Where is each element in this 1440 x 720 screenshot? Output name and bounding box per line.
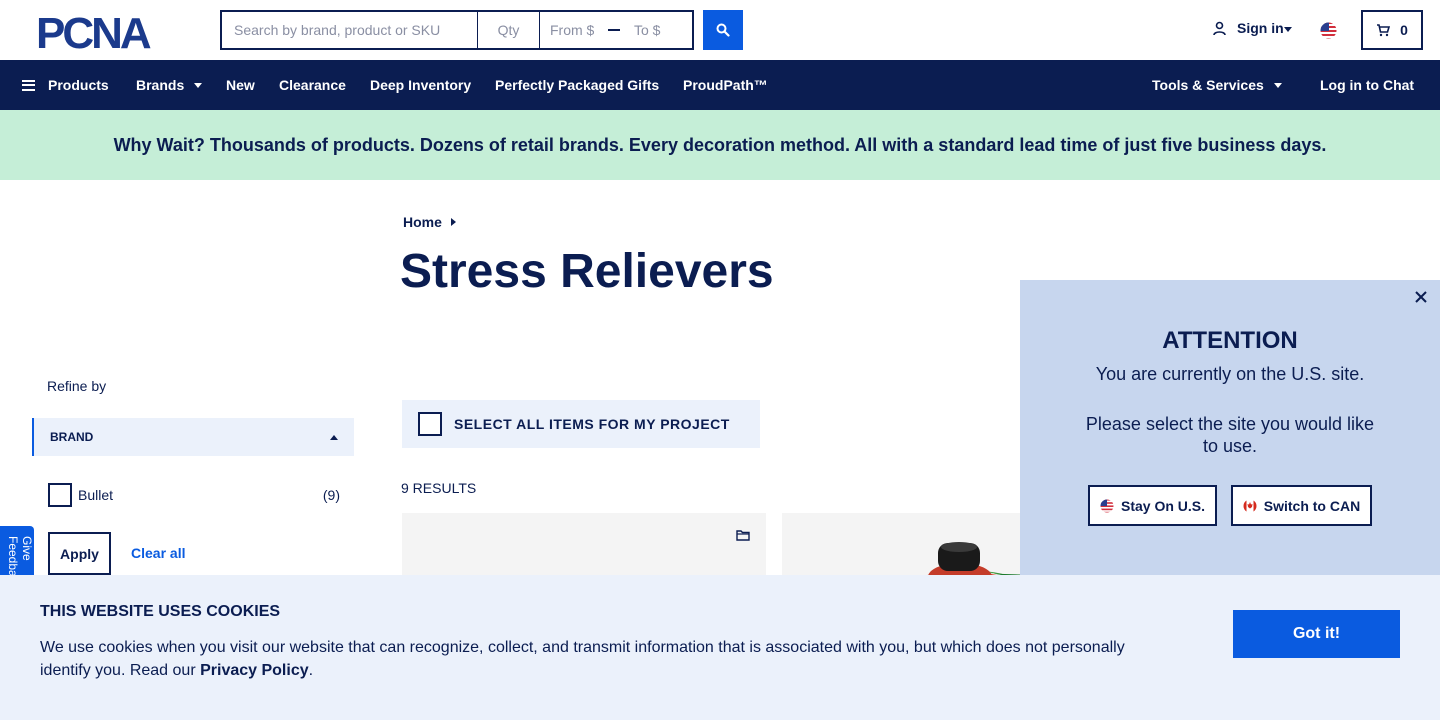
qty-input[interactable]: [478, 12, 540, 48]
sign-in-label: Sign in: [1237, 20, 1284, 36]
cart-count: 0: [1400, 22, 1408, 38]
nav-tools-services-label: Tools & Services: [1152, 77, 1264, 93]
facet-checkbox[interactable]: [48, 483, 72, 507]
chevron-right-icon: [450, 218, 456, 226]
search-button[interactable]: [703, 10, 743, 50]
chevron-down-icon: [194, 82, 203, 88]
nav-packaged-gifts[interactable]: Perfectly Packaged Gifts: [495, 60, 659, 110]
stay-on-us-label: Stay On U.S.: [1120, 497, 1206, 514]
clear-all-link[interactable]: Clear all: [131, 545, 185, 561]
facet-option-bullet[interactable]: Bullet (9): [48, 483, 340, 507]
price-range: [540, 12, 692, 48]
promo-text: Why Wait? Thousands of products. Dozens …: [113, 134, 1327, 155]
stay-on-us-button[interactable]: Stay On U.S.: [1088, 485, 1217, 526]
brand-facet-header[interactable]: BRAND: [32, 418, 354, 456]
modal-current-site-text: You are currently on the U.S. site.: [1095, 364, 1365, 384]
nav-proudpath[interactable]: ProudPath™: [683, 60, 768, 110]
cookie-text: We use cookies when you visit our websit…: [40, 636, 1150, 682]
nav-clearance[interactable]: Clearance: [279, 60, 346, 110]
apply-button[interactable]: Apply: [48, 532, 111, 575]
product-card[interactable]: [402, 513, 766, 575]
select-all-label: SELECT ALL ITEMS FOR MY PROJECT: [454, 416, 730, 432]
nav-new[interactable]: New: [226, 60, 255, 110]
privacy-policy-link[interactable]: Privacy Policy: [200, 662, 309, 679]
nav-brands-label: Brands: [136, 77, 185, 93]
search-bar: [220, 10, 694, 50]
facet-option-count: (9): [322, 487, 340, 503]
cookie-body-end: .: [308, 662, 314, 679]
search-input[interactable]: [222, 12, 478, 48]
search-icon: [716, 23, 730, 37]
nav-proudpath-label: ProudPath™: [683, 77, 768, 93]
nav-products[interactable]: Products: [22, 60, 109, 110]
select-all-checkbox[interactable]: [418, 412, 442, 436]
nav-packaged-gifts-label: Perfectly Packaged Gifts: [495, 77, 660, 93]
breadcrumb-home[interactable]: Home: [403, 214, 442, 230]
price-range-dash: [608, 29, 620, 31]
nav-clearance-label: Clearance: [279, 77, 346, 93]
brand-facet-title: BRAND: [50, 430, 94, 444]
canada-flag-icon: [1243, 499, 1257, 512]
cart-icon: [1377, 23, 1391, 36]
chevron-down-icon: [1273, 82, 1282, 88]
nav-deep-inventory[interactable]: Deep Inventory: [370, 60, 471, 110]
nav-chat-login[interactable]: Log in to Chat: [1320, 60, 1414, 110]
us-flag-icon: [1100, 499, 1114, 512]
chevron-up-icon: [330, 434, 338, 440]
facet-option-label: Bullet: [78, 487, 114, 503]
cart-button[interactable]: 0: [1361, 10, 1423, 50]
promo-banner: Why Wait? Thousands of products. Dozens …: [0, 110, 1440, 180]
nav-chat-login-label: Log in to Chat: [1320, 77, 1415, 93]
sign-in-button[interactable]: Sign in: [1212, 20, 1292, 36]
modal-title: ATTENTION: [1162, 327, 1298, 354]
folder-icon[interactable]: [736, 529, 750, 541]
us-flag-icon[interactable]: [1320, 22, 1337, 39]
top-header: PCNA Sign in: [0, 0, 1440, 60]
logo-text: PCNA: [36, 12, 151, 50]
menu-icon: [22, 79, 35, 91]
results-count: 9 RESULTS: [401, 480, 477, 496]
breadcrumb: Home: [403, 214, 456, 230]
user-icon: [1213, 21, 1226, 35]
nav-brands[interactable]: Brands: [136, 60, 203, 110]
country-select-modal: ATTENTION You are currently on the U.S. …: [1020, 280, 1440, 575]
cookie-banner: THIS WEBSITE USES COOKIES We use cookies…: [0, 575, 1440, 720]
main-nav: Products Brands New Clearance Deep Inven…: [0, 60, 1440, 110]
stress-ball-image[interactable]: [872, 541, 1032, 575]
nav-deep-inventory-label: Deep Inventory: [370, 77, 472, 93]
price-from-input[interactable]: [540, 12, 604, 48]
cookie-title: THIS WEBSITE USES COOKIES: [40, 603, 281, 620]
price-to-input[interactable]: [624, 12, 688, 48]
chevron-down-icon: [1283, 26, 1292, 32]
modal-select-site-text: Please select the site you would like to…: [1085, 414, 1375, 456]
pcna-logo[interactable]: PCNA: [36, 12, 184, 50]
nav-new-label: New: [226, 77, 255, 93]
close-icon[interactable]: [1414, 290, 1428, 304]
nav-tools-services[interactable]: Tools & Services: [1152, 60, 1282, 110]
accept-cookies-button[interactable]: Got it!: [1233, 610, 1400, 658]
refine-by-label: Refine by: [47, 378, 107, 394]
select-all-items[interactable]: SELECT ALL ITEMS FOR MY PROJECT: [402, 400, 760, 448]
switch-to-can-label: Switch to CAN: [1263, 497, 1361, 514]
switch-to-can-button[interactable]: Switch to CAN: [1231, 485, 1372, 526]
nav-products-label: Products: [48, 77, 109, 93]
page-title: Stress Relievers: [400, 245, 774, 298]
